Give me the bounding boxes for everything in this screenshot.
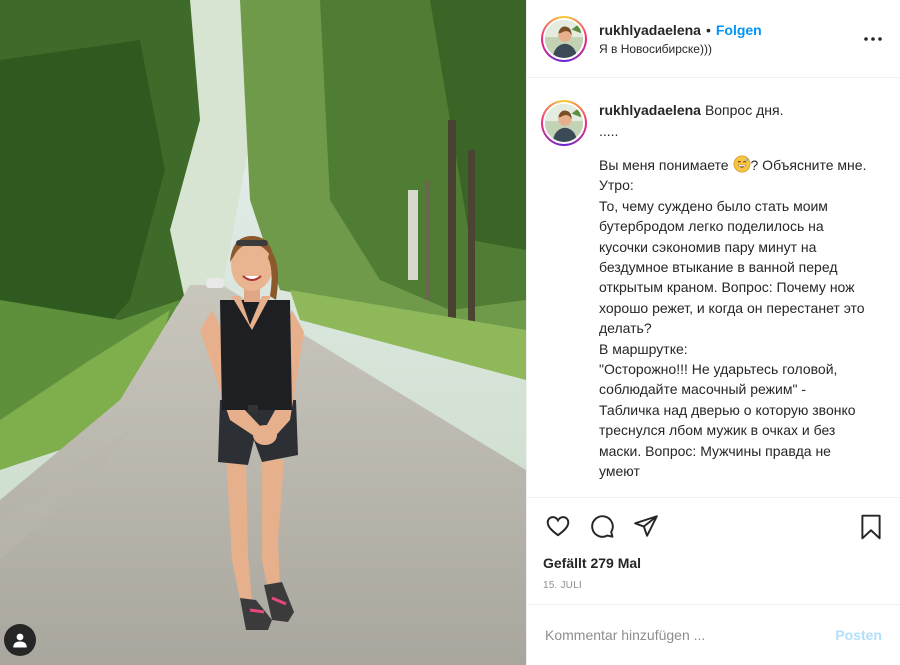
more-horizontal-icon [864, 37, 882, 41]
caption-title: Вопрос дня. [704, 102, 784, 119]
post-photo[interactable] [0, 0, 526, 665]
caption-text: rukhlyadaelena Вопрос дня. ..... Вы меня … [599, 100, 869, 497]
caption-avatar[interactable] [541, 100, 587, 147]
forest-road-photo [0, 0, 526, 665]
post-sidebar: rukhlyadaelena • Folgen Я в Новосибирске… [526, 0, 900, 665]
more-options-button[interactable] [862, 28, 884, 50]
location-link[interactable]: Я в Новосибирске))) [599, 42, 762, 56]
share-icon [634, 515, 658, 537]
caption-line: "Осторожно!!! Не ударьтесь головой, собл… [599, 361, 856, 480]
heart-icon [546, 516, 570, 537]
grinning-sweat-emoji [733, 155, 750, 173]
avatar-image [545, 104, 583, 143]
post-date[interactable]: 15. JULI [527, 580, 900, 604]
header-username[interactable]: rukhlyadaelena [599, 22, 701, 38]
caption-line: То, чему суждено было стать моим бутербр… [599, 197, 865, 337]
caption-line: ? Объясните мне. [750, 156, 867, 173]
likes-count[interactable]: Gefällt 279 Mal [527, 554, 900, 576]
caption-line: Утро: [599, 177, 634, 194]
comment-button[interactable] [587, 511, 617, 541]
post-header: rukhlyadaelena • Folgen Я в Новосибирске… [527, 0, 900, 79]
caption-dots: ..... [599, 122, 619, 139]
bookmark-icon [861, 514, 881, 540]
comment-icon [591, 515, 614, 538]
post-comment-button[interactable]: Posten [835, 627, 882, 643]
avatar-image [545, 19, 583, 58]
like-button[interactable] [543, 511, 573, 541]
caption-line: Вы меня понимаете [599, 156, 733, 173]
share-button[interactable] [631, 511, 661, 541]
action-bar [527, 496, 900, 554]
user-tag-button[interactable] [4, 624, 36, 656]
follow-button[interactable]: Folgen [716, 22, 762, 38]
caption-username[interactable]: rukhlyadaelena [599, 102, 701, 118]
avatar[interactable] [541, 15, 587, 62]
save-button[interactable] [856, 512, 886, 542]
separator-dot: • [705, 21, 711, 38]
comment-input[interactable] [545, 626, 836, 643]
comment-bar: Posten [527, 603, 900, 665]
instagram-post: rukhlyadaelena • Folgen Я в Новосибирске… [0, 0, 900, 665]
user-tag-icon [13, 633, 27, 648]
caption-area[interactable]: rukhlyadaelena Вопрос дня. ..... Вы меня … [527, 78, 900, 497]
caption-line: В маршрутке: [599, 340, 688, 357]
